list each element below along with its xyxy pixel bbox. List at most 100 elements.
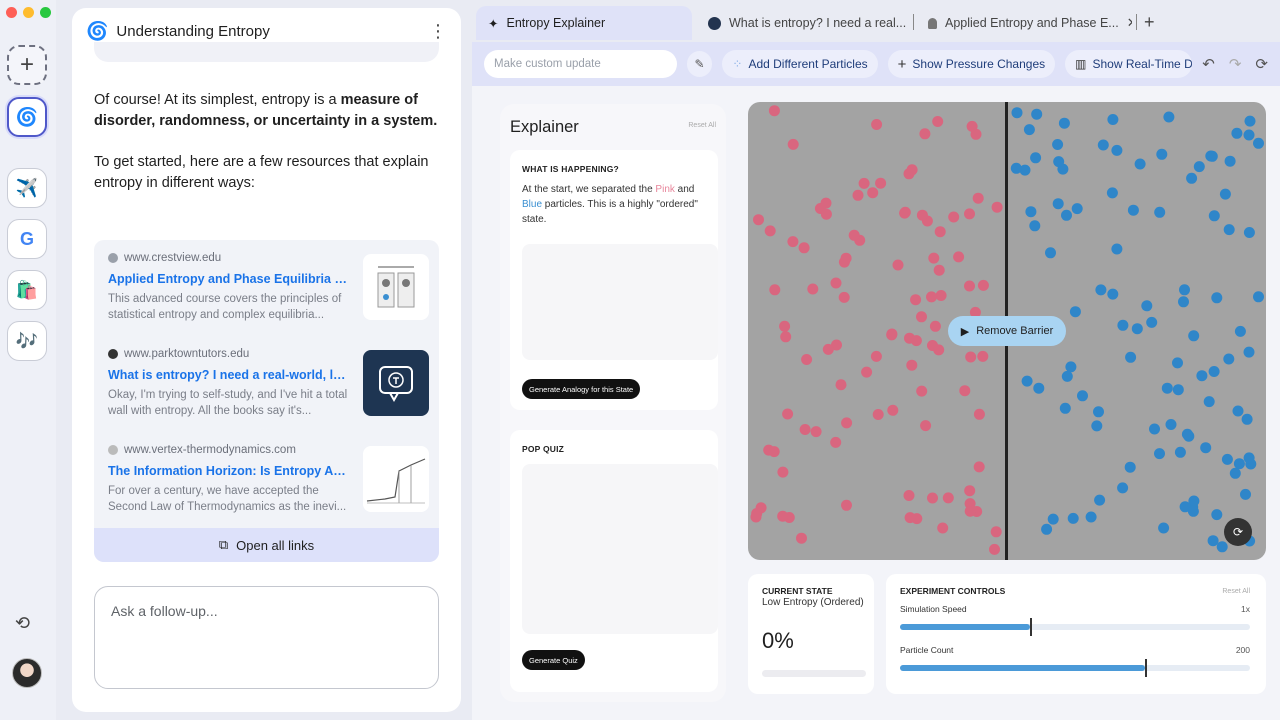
pink-particle bbox=[830, 277, 842, 289]
blue-particle bbox=[1216, 541, 1228, 553]
tab-what-is-entropy[interactable]: What is entropy? I need a real... ✕ bbox=[696, 6, 910, 40]
blue-particle bbox=[1031, 108, 1043, 120]
redo-icon[interactable]: ↷ bbox=[1229, 55, 1242, 73]
open-all-links-button[interactable]: ⧉ Open all links bbox=[94, 528, 439, 562]
blue-particle bbox=[1156, 148, 1168, 160]
pink-particle bbox=[934, 226, 946, 238]
followup-input[interactable]: Ask a follow-up... bbox=[94, 586, 439, 689]
rail-item-travel[interactable]: ✈️ bbox=[7, 168, 47, 208]
generate-quiz-button[interactable]: Generate Quiz bbox=[522, 650, 585, 670]
pink-particle bbox=[796, 532, 807, 544]
explainer-title: Explainer bbox=[510, 118, 579, 136]
pink-particle bbox=[871, 119, 883, 130]
source-card[interactable]: www.parktowntutors.edu What is entropy? … bbox=[94, 336, 439, 432]
pink-particle bbox=[830, 436, 842, 448]
show-pressure-changes-button[interactable]: + Show Pressure Changes bbox=[887, 50, 1056, 78]
pink-particle bbox=[768, 105, 780, 117]
particle-count-slider[interactable] bbox=[900, 659, 1250, 677]
source-title[interactable]: Applied Entropy and Phase Equilibria | C… bbox=[108, 272, 348, 286]
tab-entropy-explainer[interactable]: ✦ Entropy Explainer bbox=[476, 6, 692, 40]
explainer-reset-link[interactable]: Reset All bbox=[688, 122, 716, 129]
source-card[interactable]: www.crestview.edu Applied Entropy and Ph… bbox=[94, 240, 439, 336]
blue-particle bbox=[1223, 224, 1235, 236]
tab-divider bbox=[1136, 14, 1137, 30]
tab-applied-entropy[interactable]: Applied Entropy and Phase E... ✕ bbox=[916, 6, 1132, 40]
remove-barrier-button[interactable]: ▶ Remove Barrier bbox=[948, 316, 1066, 346]
blue-particle bbox=[1181, 428, 1193, 440]
blue-particle bbox=[1061, 209, 1072, 221]
particle-simulation[interactable]: ▶ Remove Barrier ⟳ bbox=[748, 102, 1266, 560]
pop-quiz-label: POP QUIZ bbox=[522, 444, 565, 454]
blue-particle bbox=[1093, 406, 1104, 418]
pink-particle bbox=[910, 335, 922, 347]
rail-item-entropy[interactable]: 🌀 bbox=[7, 97, 47, 137]
blue-particle bbox=[1058, 117, 1070, 129]
custom-update-input[interactable]: Make custom update bbox=[484, 50, 677, 78]
blue-particle bbox=[1154, 206, 1166, 218]
refresh-icon[interactable]: ⟳ bbox=[1255, 55, 1268, 73]
generate-analogy-button[interactable]: Generate Analogy for this State bbox=[522, 379, 641, 399]
simulation-speed-slider[interactable] bbox=[900, 618, 1250, 636]
more-options-icon[interactable]: ⋮ bbox=[429, 21, 447, 42]
pink-particle bbox=[965, 351, 977, 363]
rail-item-shopping[interactable]: 🛍️ bbox=[7, 270, 47, 310]
blue-particle bbox=[1208, 210, 1220, 222]
reset-simulation-icon[interactable]: ⟳ bbox=[1224, 518, 1252, 546]
happening-text-part: and bbox=[674, 184, 695, 195]
bar-chart-icon: ▥ bbox=[1075, 57, 1087, 71]
blue-particle bbox=[1178, 296, 1189, 308]
blue-particle bbox=[1188, 330, 1200, 342]
avatar[interactable] bbox=[12, 658, 42, 688]
slider-thumb[interactable] bbox=[1029, 618, 1032, 636]
blue-particle bbox=[1243, 452, 1255, 464]
rail-item-music[interactable]: 🎶 bbox=[7, 321, 47, 361]
add-different-particles-button[interactable]: ⁘ Add Different Particles bbox=[722, 50, 878, 78]
external-link-icon: ⧉ bbox=[218, 537, 229, 552]
pink-particle bbox=[801, 354, 813, 365]
show-real-time-button[interactable]: ▥ Show Real-Time D bbox=[1065, 50, 1193, 78]
chat-bubble-icon bbox=[379, 366, 413, 403]
speed-slider-label: Simulation Speed bbox=[900, 604, 967, 614]
source-title[interactable]: The Information Horizon: Is Entropy Actu… bbox=[108, 464, 348, 478]
pink-particle bbox=[948, 211, 960, 223]
undo-icon[interactable]: ↶ bbox=[1202, 55, 1215, 73]
pencil-icon[interactable]: ✎ bbox=[686, 51, 713, 77]
history-icon[interactable]: ⟲ bbox=[15, 613, 30, 634]
maximize-window-button[interactable] bbox=[40, 7, 51, 18]
slider-thumb[interactable] bbox=[1145, 659, 1147, 677]
rail-item-google[interactable]: G bbox=[7, 219, 47, 259]
blue-particle bbox=[1240, 488, 1251, 500]
blue-particle bbox=[1085, 511, 1097, 523]
blue-particle bbox=[1111, 144, 1123, 156]
source-title[interactable]: What is entropy? I need a real-world, la… bbox=[108, 368, 348, 382]
source-description: For over a century, we have accepted the… bbox=[108, 485, 347, 513]
shopping-bag-icon: 🛍️ bbox=[15, 279, 39, 300]
analogy-placeholder bbox=[522, 244, 718, 360]
blue-particle bbox=[1219, 188, 1231, 200]
pink-particle bbox=[798, 242, 810, 254]
pink-particle bbox=[822, 343, 834, 355]
pink-particle bbox=[861, 366, 873, 378]
pink-particle bbox=[966, 120, 978, 132]
tab-strip: ✦ Entropy Explainer What is entropy? I n… bbox=[472, 0, 1280, 42]
blue-particle bbox=[1106, 187, 1118, 199]
pink-particle bbox=[777, 466, 789, 478]
close-tab-icon[interactable]: ✕ bbox=[1127, 15, 1132, 31]
blue-particle bbox=[1221, 453, 1233, 465]
controls-reset-link[interactable]: Reset All bbox=[1222, 588, 1250, 595]
count-slider-label: Particle Count bbox=[900, 645, 954, 655]
new-tab-icon[interactable]: + bbox=[1144, 12, 1155, 33]
blue-particle bbox=[1186, 172, 1198, 184]
current-state-label: CURRENT STATE bbox=[762, 586, 833, 596]
source-card[interactable]: www.vertex-thermodynamics.com The Inform… bbox=[94, 432, 439, 528]
pink-particle bbox=[973, 408, 985, 420]
plus-icon: + bbox=[19, 51, 34, 78]
minimize-window-button[interactable] bbox=[23, 7, 34, 18]
blue-particle bbox=[1041, 523, 1053, 535]
close-window-button[interactable] bbox=[6, 7, 17, 18]
new-chat-button[interactable]: + bbox=[7, 45, 47, 85]
blue-particle bbox=[1021, 375, 1033, 387]
blue-particle bbox=[1244, 115, 1256, 127]
experiment-controls-title: EXPERIMENT CONTROLS bbox=[900, 586, 1006, 596]
pink-particle bbox=[848, 229, 860, 241]
